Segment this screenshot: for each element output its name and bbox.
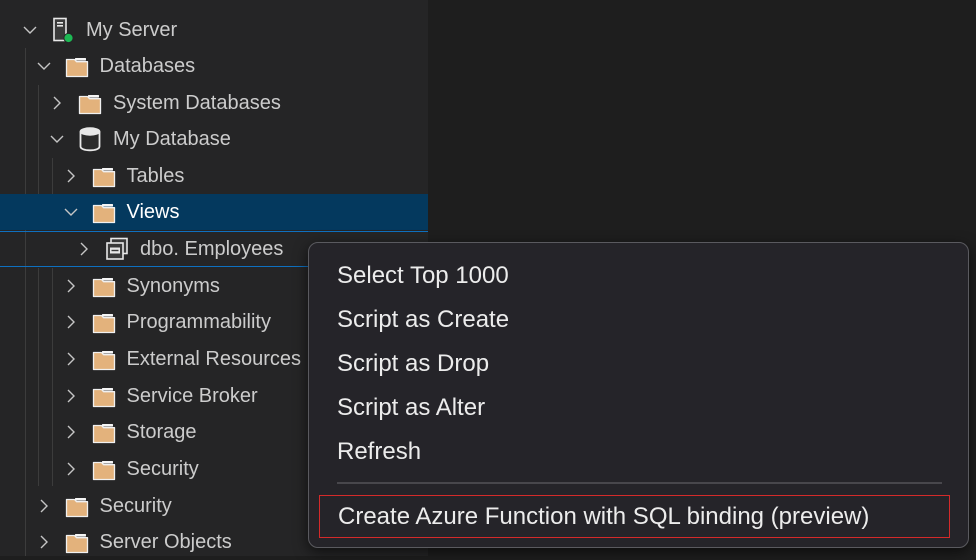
tree-item-label: Views: [126, 201, 180, 223]
tree-item-label: Programmability: [126, 311, 271, 333]
menu-item-script-as-create[interactable]: Script as Create: [319, 300, 950, 340]
tree-item[interactable]: System Databases: [0, 85, 428, 121]
chevron-right-icon[interactable]: [63, 424, 79, 440]
folder-icon: [91, 163, 117, 189]
tree-item[interactable]: My Database: [0, 121, 428, 157]
folder-icon: [91, 383, 117, 409]
chevron-right-icon[interactable]: [76, 241, 92, 257]
menu-item-script-as-drop[interactable]: Script as Drop: [319, 344, 950, 384]
tree-item-label: System Databases: [113, 92, 281, 114]
server-connected-icon: [50, 17, 76, 43]
folder-icon: [91, 456, 117, 482]
tree-item-label: Databases: [99, 55, 196, 77]
tree-item[interactable]: Databases: [0, 48, 428, 84]
folder-icon: [91, 309, 117, 335]
tree-item-label: Security: [99, 495, 172, 517]
folder-icon: [91, 273, 117, 299]
tree-item-label: Server Objects: [99, 531, 232, 553]
tree-item-label: dbo. Employees: [140, 238, 284, 260]
tree-item-label: My Database: [113, 128, 231, 150]
context-menu: Select Top 1000 Script as Create Script …: [308, 242, 969, 548]
folder-icon: [77, 90, 103, 116]
tree-item-label: My Server: [86, 19, 178, 41]
chevron-down-icon[interactable]: [49, 131, 65, 147]
tree-item-label: Synonyms: [126, 275, 220, 297]
chevron-right-icon[interactable]: [36, 534, 52, 550]
menu-item-create-azure-function[interactable]: Create Azure Function with SQL binding (…: [319, 495, 950, 538]
folder-icon: [91, 346, 117, 372]
chevron-right-icon[interactable]: [63, 168, 79, 184]
view-icon: [104, 236, 130, 262]
tree-item-label: Service Broker: [126, 385, 258, 407]
menu-separator: [337, 482, 942, 484]
database-icon: [77, 126, 103, 152]
tree-item-label: Tables: [126, 165, 185, 187]
menu-item-script-as-alter[interactable]: Script as Alter: [319, 388, 950, 428]
menu-item-select-top-1000[interactable]: Select Top 1000: [319, 256, 950, 296]
folder-icon: [64, 529, 90, 555]
chevron-right-icon[interactable]: [36, 498, 52, 514]
tree-item-label: Security: [126, 458, 199, 480]
chevron-right-icon[interactable]: [63, 388, 79, 404]
chevron-down-icon[interactable]: [36, 58, 52, 74]
tree-item[interactable]: Tables: [0, 158, 428, 194]
folder-icon: [91, 199, 117, 225]
chevron-down-icon[interactable]: [63, 204, 79, 220]
tree-item[interactable]: My Server: [0, 12, 428, 48]
chevron-right-icon[interactable]: [63, 278, 79, 294]
chevron-right-icon[interactable]: [63, 461, 79, 477]
folder-icon: [91, 419, 117, 445]
chevron-right-icon[interactable]: [49, 95, 65, 111]
tree-item[interactable]: Views: [0, 194, 428, 230]
chevron-right-icon[interactable]: [63, 314, 79, 330]
folder-icon: [64, 493, 90, 519]
chevron-right-icon[interactable]: [63, 351, 79, 367]
folder-icon: [64, 53, 90, 79]
tree-item-label: Storage: [126, 421, 197, 443]
menu-item-refresh[interactable]: Refresh: [319, 432, 950, 472]
chevron-down-icon[interactable]: [22, 22, 38, 38]
tree-item-label: External Resources: [126, 348, 302, 370]
